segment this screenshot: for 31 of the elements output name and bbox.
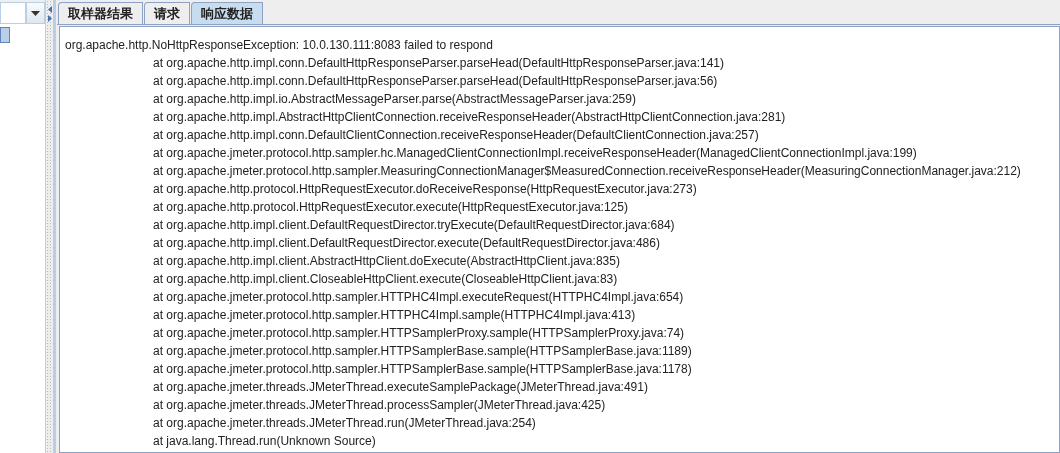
stack-line: at org.apache.http.protocol.HttpRequestExecutor.execute(HttpRequestExecutor.java:125) xyxy=(153,199,628,216)
stack-line: at org.apache.jmeter.protocol.http.sampler.MeasuringConnectionManager$MeasuredConnection.receiveResponseHeader(MeasuringConnectionManager.java:212) xyxy=(153,163,1021,180)
stack-line: at org.apache.http.impl.client.DefaultRequestDirector.tryExecute(DefaultRequestDirector.java:684) xyxy=(153,217,675,234)
stack-line: at org.apache.http.impl.conn.DefaultClientConnection.receiveResponseHeader(DefaultClientConnection.java:257) xyxy=(153,127,759,144)
dropdown-button[interactable] xyxy=(26,2,45,24)
stack-line: at org.apache.jmeter.protocol.http.sampler.HTTPHC4Impl.sample(HTTPHC4Impl.java:413) xyxy=(153,307,636,324)
stack-line: at org.apache.http.impl.conn.DefaultHttpResponseParser.parseHead(DefaultHttpResponseParser.java:141) xyxy=(153,55,724,72)
stack-line: at org.apache.jmeter.protocol.http.sampler.HTTPHC4Impl.executeRequest(HTTPHC4Impl.java:654) xyxy=(153,289,684,306)
stack-line: at org.apache.jmeter.threads.JMeterThread.run(JMeterThread.java:254) xyxy=(153,415,536,432)
stack-line: at org.apache.http.impl.client.CloseableHttpClient.execute(CloseableHttpClient.java:83) xyxy=(153,271,618,288)
stack-line: at org.apache.http.impl.client.AbstractHttpClient.doExecute(AbstractHttpClient.java:835) xyxy=(153,253,620,270)
stack-line: at org.apache.jmeter.threads.JMeterThread.executeSamplePackage(JMeterThread.java:491) xyxy=(153,379,648,396)
expand-right-icon[interactable] xyxy=(47,15,52,22)
stack-line: at org.apache.jmeter.threads.JMeterThread.processSampler(JMeterThread.java:425) xyxy=(153,397,606,414)
tab[interactable]: 响应数据 xyxy=(191,2,263,24)
stack-line: at org.apache.jmeter.protocol.http.sampler.HTTPSamplerBase.sample(HTTPSamplerBase.java:1178) xyxy=(153,361,692,378)
stack-line: at org.apache.jmeter.protocol.http.sampler.hc.ManagedClientConnectionImpl.receiveResponseHeader(ManagedClientConnectionImpl.java:199) xyxy=(153,145,917,162)
stack-line: at org.apache.http.protocol.HttpRequestExecutor.doReceiveResponse(HttpRequestExecutor.java:273) xyxy=(153,181,697,198)
stack-line: at java.lang.Thread.run(Unknown Source) xyxy=(153,433,376,450)
stack-line: at org.apache.http.impl.conn.DefaultHttpResponseParser.parseHead(DefaultHttpResponseParser.java:56) xyxy=(153,73,718,90)
stack-line: at org.apache.http.impl.client.DefaultRequestDirector.execute(DefaultRequestDirector.java:486) xyxy=(153,235,660,252)
collapse-left-icon[interactable] xyxy=(47,6,52,13)
tab[interactable]: 请求 xyxy=(144,2,190,24)
stack-line: at org.apache.jmeter.protocol.http.sampler.HTTPSamplerBase.sample(HTTPSamplerBase.java:1189) xyxy=(153,343,692,360)
caret-icon xyxy=(31,10,40,16)
stack-line: at org.apache.http.impl.AbstractHttpClientConnection.receiveResponseHeader(AbstractHttpClientConnection.java:281) xyxy=(153,109,786,126)
list-row[interactable] xyxy=(0,27,10,43)
tab[interactable]: 取样器结果 xyxy=(58,2,143,24)
stack-line: at org.apache.http.impl.io.AbstractMessageParser.parse(AbstractMessageParser.java:259) xyxy=(153,91,636,108)
stack-line: at org.apache.jmeter.protocol.http.sampler.HTTPSamplerProxy.sample(HTTPSamplerProxy.java:74) xyxy=(153,325,685,342)
exception-line: org.apache.http.NoHttpResponseException: 10.0.130.111:8083 failed to respond xyxy=(65,37,493,54)
